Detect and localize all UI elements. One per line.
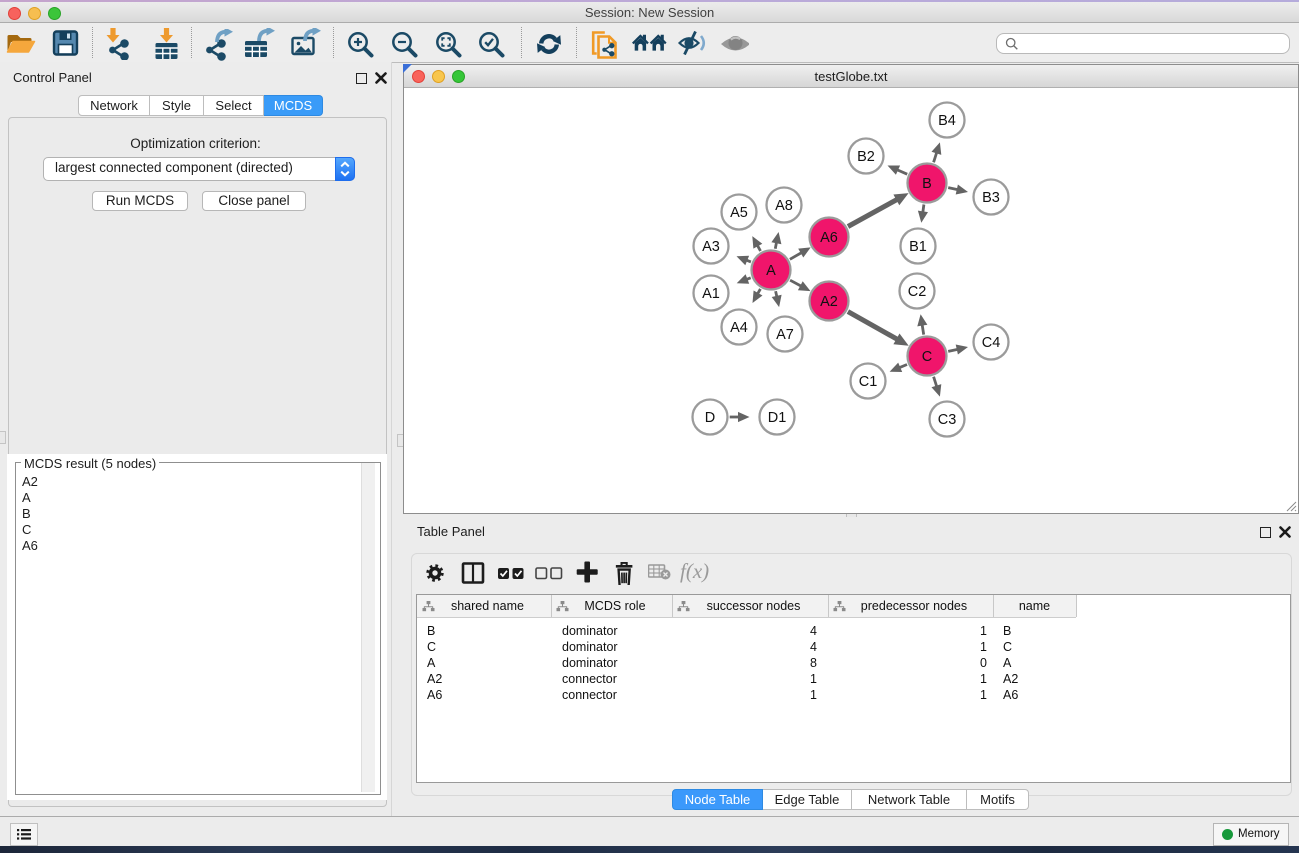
svg-text:B4: B4 [938,113,956,129]
svg-text:B3: B3 [982,190,1000,206]
svg-text:A8: A8 [775,198,793,214]
svg-text:A5: A5 [730,205,748,221]
svg-text:A2: A2 [820,294,838,310]
svg-text:A: A [766,263,776,279]
svg-text:C: C [922,349,932,365]
svg-text:C2: C2 [908,284,927,300]
svg-text:A4: A4 [730,320,748,336]
svg-text:A1: A1 [702,286,720,302]
svg-text:B: B [922,176,932,192]
svg-text:C4: C4 [982,335,1001,351]
svg-text:D1: D1 [768,410,787,426]
svg-text:B2: B2 [857,149,875,165]
svg-text:D: D [705,410,715,426]
svg-text:A6: A6 [820,230,838,246]
svg-text:A3: A3 [702,239,720,255]
svg-text:C3: C3 [938,412,957,428]
svg-text:B1: B1 [909,239,927,255]
svg-text:A7: A7 [776,327,794,343]
svg-text:C1: C1 [859,374,878,390]
